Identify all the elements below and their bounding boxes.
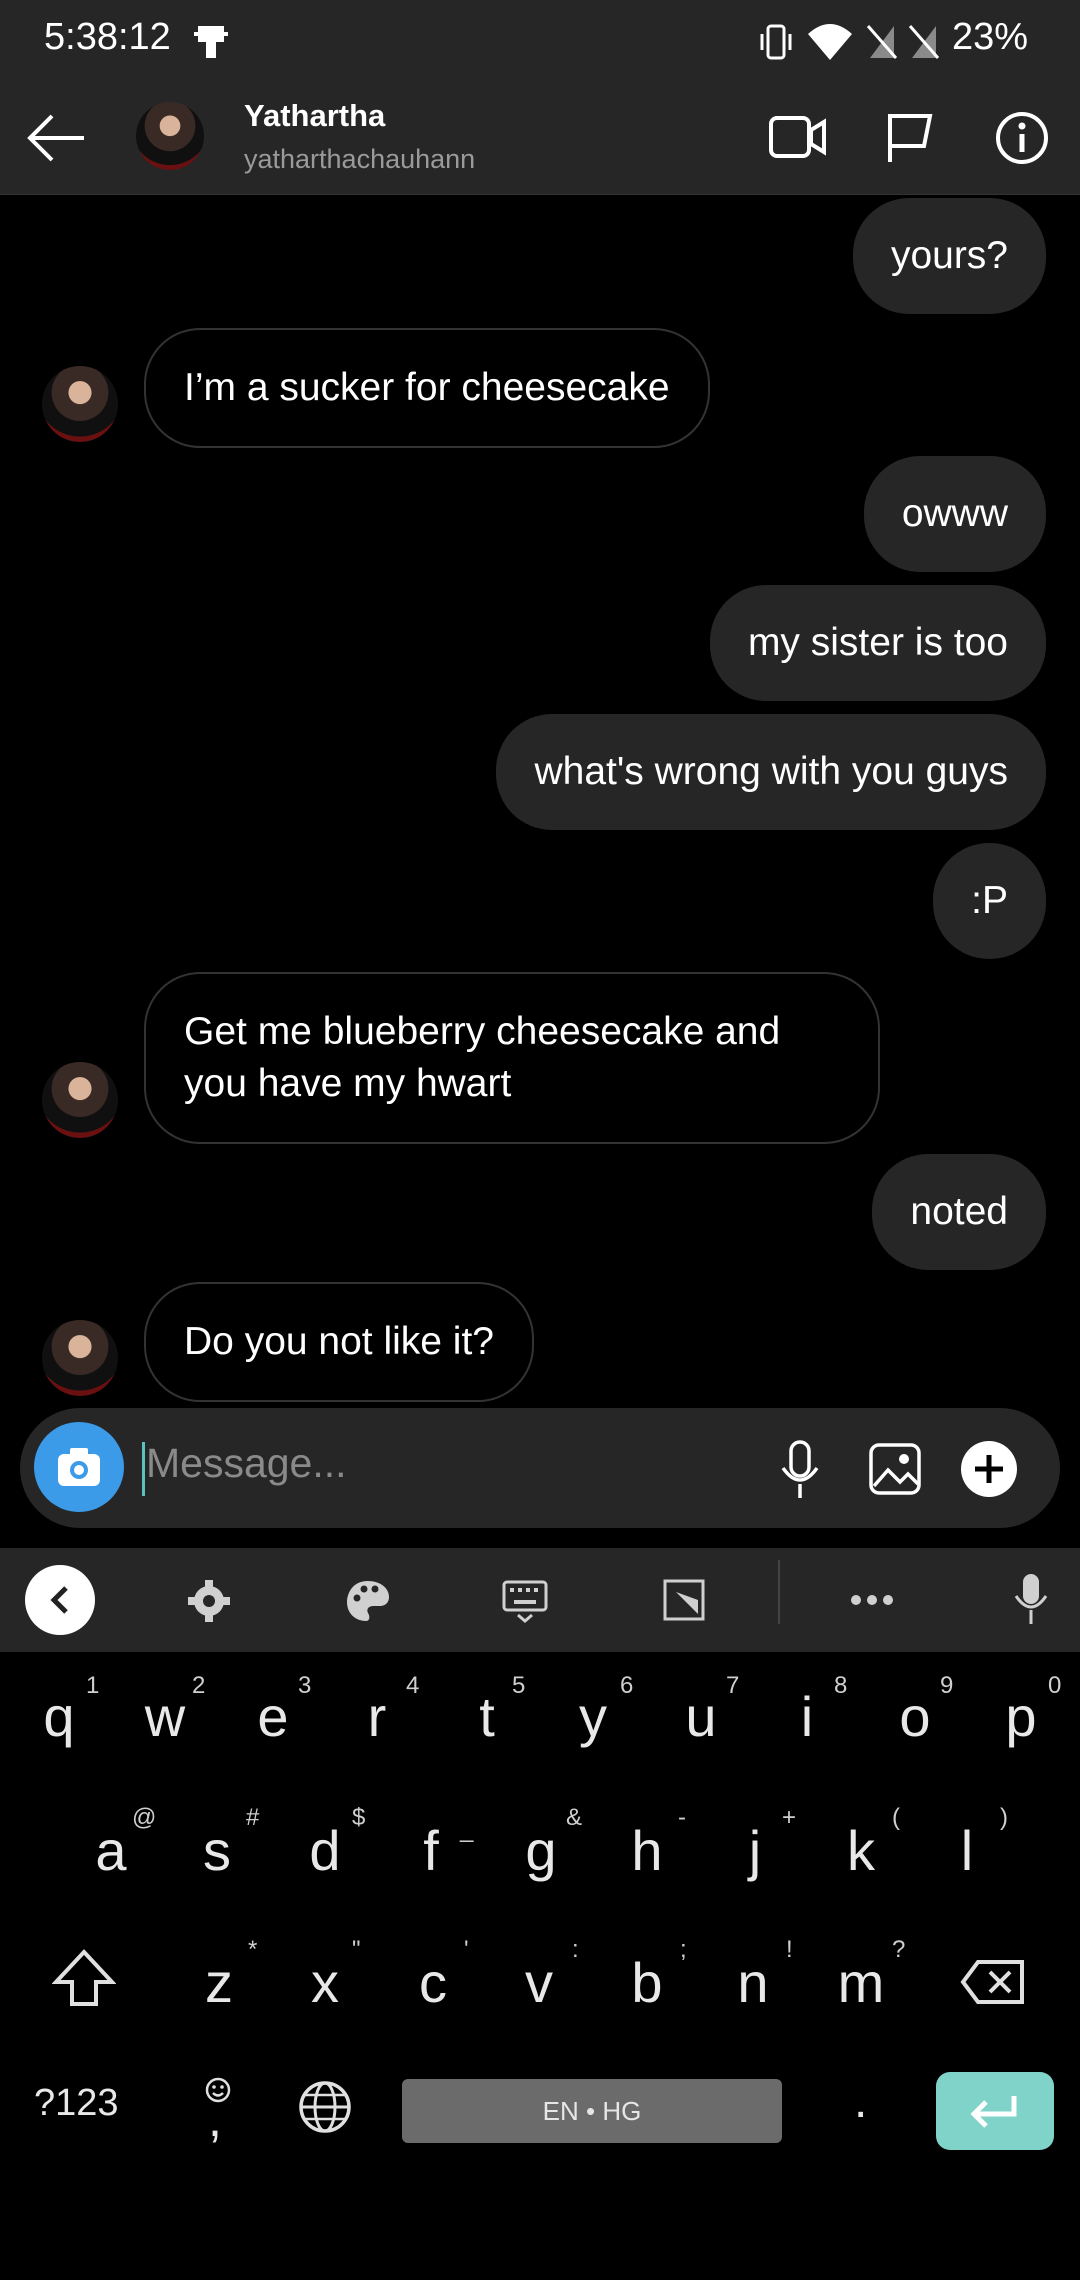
shift-icon[interactable] xyxy=(52,1948,116,2008)
message-outgoing[interactable]: my sister is too xyxy=(709,585,1046,701)
enter-key[interactable] xyxy=(936,2072,1054,2150)
key-hint: 7 xyxy=(726,1672,740,1699)
key-x[interactable]: x xyxy=(290,1950,360,2015)
message-input[interactable]: Message... xyxy=(146,1440,347,1487)
vibrate-icon xyxy=(760,24,792,60)
message-outgoing[interactable]: owww xyxy=(863,456,1046,572)
key-s[interactable]: s xyxy=(182,1818,252,1883)
plus-icon[interactable] xyxy=(960,1440,1018,1498)
key-hint: : xyxy=(572,1936,579,1963)
key-hint: 2 xyxy=(192,1672,206,1699)
key-hint: 8 xyxy=(834,1672,848,1699)
key-hint: @ xyxy=(132,1804,157,1831)
key-q[interactable]: q xyxy=(24,1684,94,1749)
key-hint: ' xyxy=(464,1936,469,1963)
message-outgoing[interactable]: yours? xyxy=(852,198,1046,314)
message-outgoing[interactable]: what's wrong with you guys xyxy=(496,714,1046,830)
comma-key[interactable]: , xyxy=(208,2090,222,2148)
key-hint: 9 xyxy=(940,1672,954,1699)
back-arrow-icon[interactable] xyxy=(24,112,88,164)
message-incoming[interactable]: Get me blueberry cheesecake and you have… xyxy=(144,972,880,1144)
contact-name[interactable]: Yathartha xyxy=(244,98,385,134)
video-call-icon[interactable] xyxy=(768,112,828,162)
key-hint: 5 xyxy=(512,1672,526,1699)
message-outgoing[interactable]: noted xyxy=(872,1154,1046,1270)
key-b[interactable]: b xyxy=(612,1950,682,2015)
key-v[interactable]: v xyxy=(504,1950,574,2015)
key-r[interactable]: r xyxy=(342,1684,412,1749)
mic-icon[interactable] xyxy=(1012,1572,1050,1626)
backspace-icon[interactable] xyxy=(960,1958,1026,2006)
key-hint: 6 xyxy=(620,1672,634,1699)
gallery-icon[interactable] xyxy=(868,1442,922,1496)
wifi-icon xyxy=(808,24,852,60)
flag-icon[interactable] xyxy=(884,110,936,164)
camera-icon xyxy=(58,1448,100,1486)
key-hint: ( xyxy=(892,1804,900,1831)
palette-icon[interactable] xyxy=(344,1578,392,1624)
key-hint: ! xyxy=(786,1936,793,1963)
space-bar[interactable]: EN • HG xyxy=(402,2079,782,2143)
resize-icon[interactable] xyxy=(662,1578,706,1622)
keyboard: q 1 w 2 e 3 r 4 t 5 y 6 u 7 i 8 o 9 p 0 … xyxy=(0,1652,1080,2280)
more-icon[interactable] xyxy=(850,1592,894,1608)
key-hint: 1 xyxy=(86,1672,100,1699)
key-hint: 3 xyxy=(298,1672,312,1699)
battery-level: 23% xyxy=(951,16,1028,58)
no-sim-icon xyxy=(908,25,940,59)
key-hint: " xyxy=(352,1936,361,1963)
key-hint: # xyxy=(246,1804,260,1831)
key-hint: 0 xyxy=(1048,1672,1062,1699)
camera-button[interactable] xyxy=(34,1422,124,1512)
notification-icon xyxy=(194,26,228,58)
text-cursor xyxy=(142,1442,145,1496)
globe-icon[interactable] xyxy=(298,2080,352,2134)
key-m[interactable]: m xyxy=(826,1950,896,2015)
message-outgoing[interactable]: :P xyxy=(933,843,1046,959)
info-icon[interactable] xyxy=(994,110,1050,166)
chevron-left-icon[interactable] xyxy=(24,1564,96,1636)
symbols-key[interactable]: ?123 xyxy=(34,2082,119,2125)
sender-avatar[interactable] xyxy=(42,1320,118,1396)
message-incoming[interactable]: Do you not like it? xyxy=(144,1282,535,1402)
key-f[interactable]: f xyxy=(396,1818,466,1883)
key-hint: & xyxy=(566,1804,583,1831)
period-key[interactable]: . xyxy=(854,2074,867,2129)
contact-username[interactable]: yatharthachauhann xyxy=(244,144,475,175)
key-d[interactable]: d xyxy=(290,1818,360,1883)
key-k[interactable]: k xyxy=(826,1818,896,1883)
key-hint: - xyxy=(678,1804,686,1831)
key-hint: _ xyxy=(460,1816,474,1843)
key-i[interactable]: i xyxy=(772,1684,842,1749)
no-sim-icon xyxy=(866,25,898,59)
key-n[interactable]: n xyxy=(718,1950,788,2015)
key-z[interactable]: z xyxy=(184,1950,254,2015)
status-time: 5:38:12 xyxy=(44,16,171,58)
key-hint: ; xyxy=(680,1936,687,1963)
key-j[interactable]: j xyxy=(720,1818,790,1883)
key-c[interactable]: c xyxy=(398,1950,468,2015)
key-hint: + xyxy=(782,1804,797,1831)
header-avatar[interactable] xyxy=(136,102,204,170)
key-hint: ? xyxy=(892,1936,906,1963)
settings-icon[interactable] xyxy=(186,1578,232,1624)
sender-avatar[interactable] xyxy=(42,366,118,442)
toolbar-divider xyxy=(778,1560,780,1624)
key-p[interactable]: p xyxy=(986,1684,1056,1749)
key-w[interactable]: w xyxy=(130,1684,200,1749)
key-l[interactable]: l xyxy=(932,1818,1002,1883)
key-y[interactable]: y xyxy=(558,1684,628,1749)
key-hint: * xyxy=(248,1936,258,1963)
key-h[interactable]: h xyxy=(612,1818,682,1883)
microphone-icon[interactable] xyxy=(778,1440,822,1500)
sender-avatar[interactable] xyxy=(42,1062,118,1138)
keyboard-icon[interactable] xyxy=(502,1578,548,1624)
message-incoming[interactable]: I’m a sucker for cheesecake xyxy=(144,328,710,448)
key-hint: $ xyxy=(352,1804,366,1831)
key-hint: ) xyxy=(1000,1804,1008,1831)
enter-icon xyxy=(970,2096,1017,2128)
key-hint: 4 xyxy=(406,1672,420,1699)
